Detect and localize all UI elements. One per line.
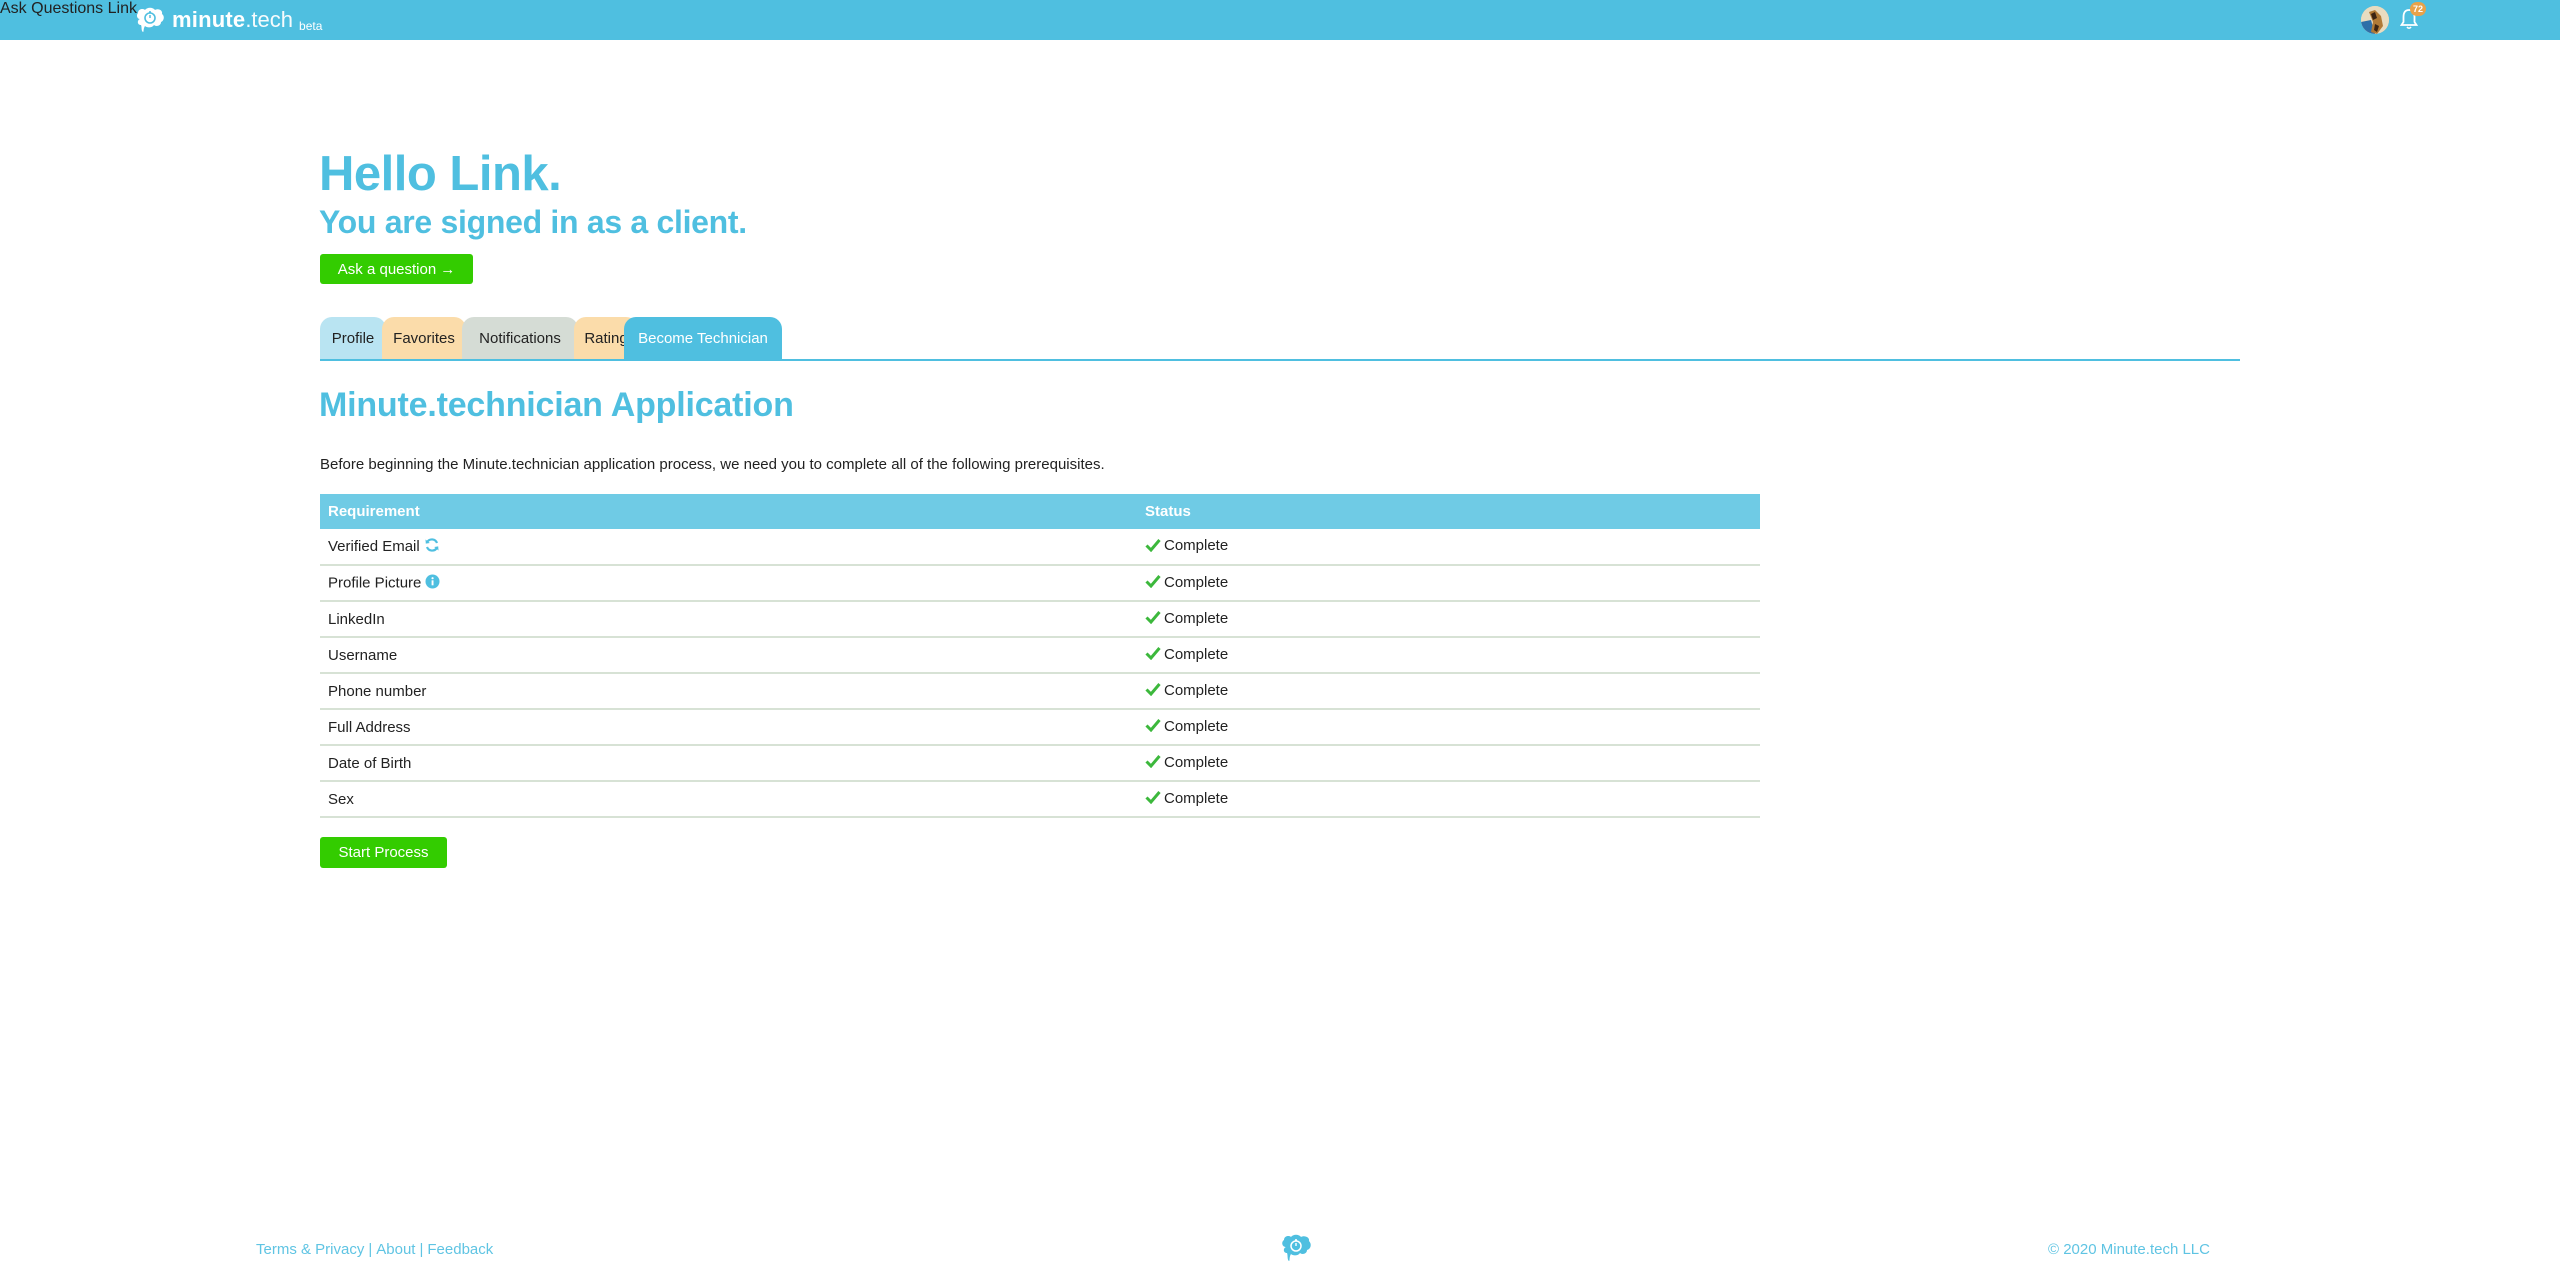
requirement-label: Phone number [328,682,427,700]
copyright-text: © 2020 Minute.tech LLC [2048,1241,2210,1258]
footer-separator: | [419,1241,424,1258]
check-icon [1145,610,1161,628]
status-text: Complete [1164,573,1229,591]
requirement-cell: Verified Email [320,529,1137,566]
footer-about-link[interactable]: About [376,1241,415,1258]
requirement-label: Full Address [328,718,411,736]
requirement-label: Profile Picture [328,573,422,591]
check-icon [1145,538,1161,556]
tab-notifications[interactable]: Notifications [462,317,578,359]
check-icon [1145,718,1161,736]
application-description: Before beginning the Minute.technician a… [320,456,1105,473]
table-row: Verified Email Complete [320,529,1760,566]
application-title: Minute.technician Application [319,386,794,424]
requirement-label: Date of Birth [328,754,412,772]
beta-label: beta [299,19,323,33]
signed-in-status: You are signed in as a client. [319,204,747,240]
account-tabs: Profile Favorites Notifications Rating B… [320,317,2240,359]
status-text: Complete [1164,537,1229,555]
requirement-label: Username [328,646,398,664]
requirement-cell: Sex [320,781,1137,818]
nav-user-link[interactable]: Link [108,0,137,17]
status-cell: Complete [1137,781,1760,818]
check-icon [1145,790,1161,808]
brand-suffix: .tech [245,7,294,32]
user-avatar[interactable] [2361,6,2389,34]
tab-divider [320,359,2240,361]
check-icon [1145,646,1161,664]
table-row: LinkedIn Complete [320,601,1760,638]
greeting-heading: Hello Link. [319,147,562,201]
status-cell: Complete [1137,709,1760,746]
status-text: Complete [1164,789,1229,807]
requirement-label: LinkedIn [328,610,385,628]
brain-stopwatch-logo-icon [136,7,164,32]
tab-favorites[interactable]: Favorites [382,317,466,359]
status-cell: Complete [1137,565,1760,602]
status-cell: Complete [1137,601,1760,638]
table-header-row: Requirement Status [320,494,1760,529]
check-icon [1145,574,1161,592]
header-requirement: Requirement [320,494,1137,529]
start-process-button[interactable]: Start Process [320,837,447,868]
top-navbar: minute .tech beta Ask Questions Link 72 [0,0,2560,40]
nav-questions[interactable]: Questions [31,0,103,17]
notification-count-badge: 72 [2410,2,2426,16]
brand-name: minute [172,7,246,32]
table-row: Date of Birth Complete [320,745,1760,782]
check-icon [1145,754,1161,772]
status-cell: Complete [1137,673,1760,710]
info-icon[interactable] [425,574,440,593]
table-row: Profile Picture Complete [320,565,1760,602]
requirement-cell: Full Address [320,709,1137,746]
requirements-table: Requirement Status Verified Email Complet… [320,494,1760,818]
table-row: Full Address Complete [320,709,1760,746]
requirement-cell: LinkedIn [320,601,1137,638]
footer-separator: | [368,1241,373,1258]
status-text: Complete [1164,645,1229,663]
requirement-cell: Username [320,637,1137,674]
ask-question-label: Ask a question [337,260,437,278]
header-status: Status [1137,494,1760,529]
refresh-icon[interactable] [424,537,440,557]
ask-question-button[interactable]: Ask a question → [320,254,473,284]
requirement-cell: Phone number [320,673,1137,710]
requirement-label: Sex [328,790,354,808]
status-cell: Complete [1137,529,1760,566]
footer-terms-privacy-link[interactable]: Terms & Privacy [256,1241,364,1258]
tab-profile[interactable]: Profile [320,317,386,359]
avatar-image-icon [2361,6,2389,34]
status-text: Complete [1164,717,1229,735]
table-row: Phone number Complete [320,673,1760,710]
requirement-cell: Profile Picture [320,565,1137,602]
check-icon [1145,682,1161,700]
brand-logo-link[interactable]: minute .tech beta [134,4,322,36]
status-cell: Complete [1137,745,1760,782]
requirement-cell: Date of Birth [320,745,1137,782]
status-cell: Complete [1137,637,1760,674]
nav-ask[interactable]: Ask [0,0,27,17]
status-text: Complete [1164,609,1229,627]
footer-links: Terms & Privacy | About | Feedback [256,1241,493,1258]
table-row: Username Complete [320,637,1760,674]
tab-become-technician[interactable]: Become Technician [624,317,782,359]
status-text: Complete [1164,753,1229,771]
status-text: Complete [1164,681,1229,699]
requirement-label: Verified Email [328,537,420,555]
footer-brain-logo-icon [1282,1234,1311,1261]
table-row: Sex Complete [320,781,1760,818]
footer-feedback-link[interactable]: Feedback [427,1241,493,1258]
arrow-right-icon: → [440,260,456,278]
